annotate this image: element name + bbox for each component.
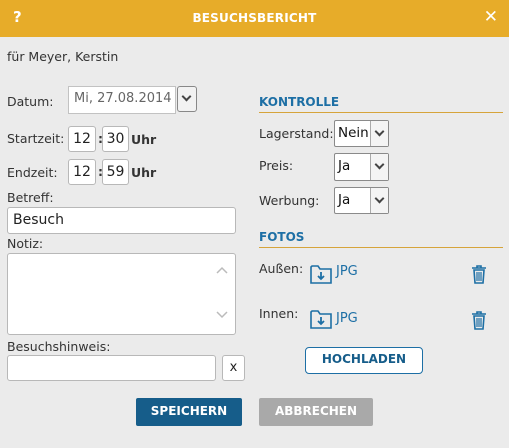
stock-value: Nein [338, 125, 369, 141]
download-folder-icon[interactable] [309, 263, 333, 285]
stock-label: Lagerstand: [259, 126, 334, 141]
trash-icon[interactable] [471, 310, 487, 330]
price-label: Preis: [259, 158, 294, 173]
dialog-titlebar: ? BESUCHSBERICHT ✕ [0, 0, 509, 37]
stock-select[interactable]: Nein [334, 120, 389, 147]
ad-select[interactable]: Ja [334, 187, 389, 214]
download-folder-icon[interactable] [309, 308, 333, 330]
save-button[interactable]: SPEICHERN [136, 398, 242, 426]
price-value: Ja [338, 158, 351, 174]
trash-icon[interactable] [471, 264, 487, 284]
date-picker-button[interactable] [177, 86, 197, 112]
subject-label: Betreff: [7, 190, 54, 205]
ad-dropdown-button[interactable] [370, 188, 388, 213]
end-hour-input[interactable]: 12 [68, 159, 96, 185]
end-minute-input[interactable]: 59 [102, 159, 129, 185]
kontrolle-heading: KONTROLLE [259, 95, 503, 113]
clear-hint-button[interactable]: x [222, 355, 245, 381]
customer-name: für Meyer, Kerstin [7, 49, 119, 64]
start-hour-input[interactable]: 12 [68, 126, 96, 152]
price-dropdown-button[interactable] [370, 154, 388, 180]
subject-input[interactable]: Besuch [7, 207, 236, 234]
cancel-button[interactable]: ABBRECHEN [259, 398, 373, 426]
price-select[interactable]: Ja [334, 153, 389, 181]
outside-photo-label: Außen: [259, 261, 304, 276]
note-label: Notiz: [7, 236, 44, 251]
chevron-down-icon [181, 91, 192, 102]
scroll-up-icon[interactable] [216, 266, 228, 274]
hint-input[interactable] [7, 355, 216, 381]
inside-photo-label: Innen: [259, 306, 299, 321]
dialog-title: BESUCHSBERICHT [192, 11, 317, 25]
inside-photo-link[interactable]: JPG [336, 311, 358, 326]
outside-photo-link[interactable]: JPG [336, 264, 358, 279]
close-icon[interactable]: ✕ [484, 7, 498, 27]
chevron-down-icon [374, 159, 385, 170]
end-time-unit: Uhr [131, 165, 157, 180]
start-time-label: Startzeit: [7, 131, 65, 146]
scroll-down-icon[interactable] [216, 311, 228, 319]
note-textarea[interactable] [7, 253, 236, 335]
date-field[interactable]: Mi, 27.08.2014 [68, 86, 176, 114]
stock-dropdown-button[interactable] [370, 121, 388, 146]
upload-button[interactable]: HOCHLADEN [305, 347, 423, 374]
ad-label: Werbung: [259, 193, 320, 208]
end-time-label: Endzeit: [7, 165, 58, 180]
start-time-unit: Uhr [131, 132, 157, 147]
chevron-down-icon [374, 126, 385, 137]
chevron-down-icon [374, 193, 385, 204]
fotos-heading: FOTOS [259, 230, 503, 248]
ad-value: Ja [338, 192, 351, 208]
hint-label: Besuchshinweis: [7, 339, 111, 354]
date-label: Datum: [7, 94, 54, 109]
start-minute-input[interactable]: 30 [102, 126, 129, 152]
